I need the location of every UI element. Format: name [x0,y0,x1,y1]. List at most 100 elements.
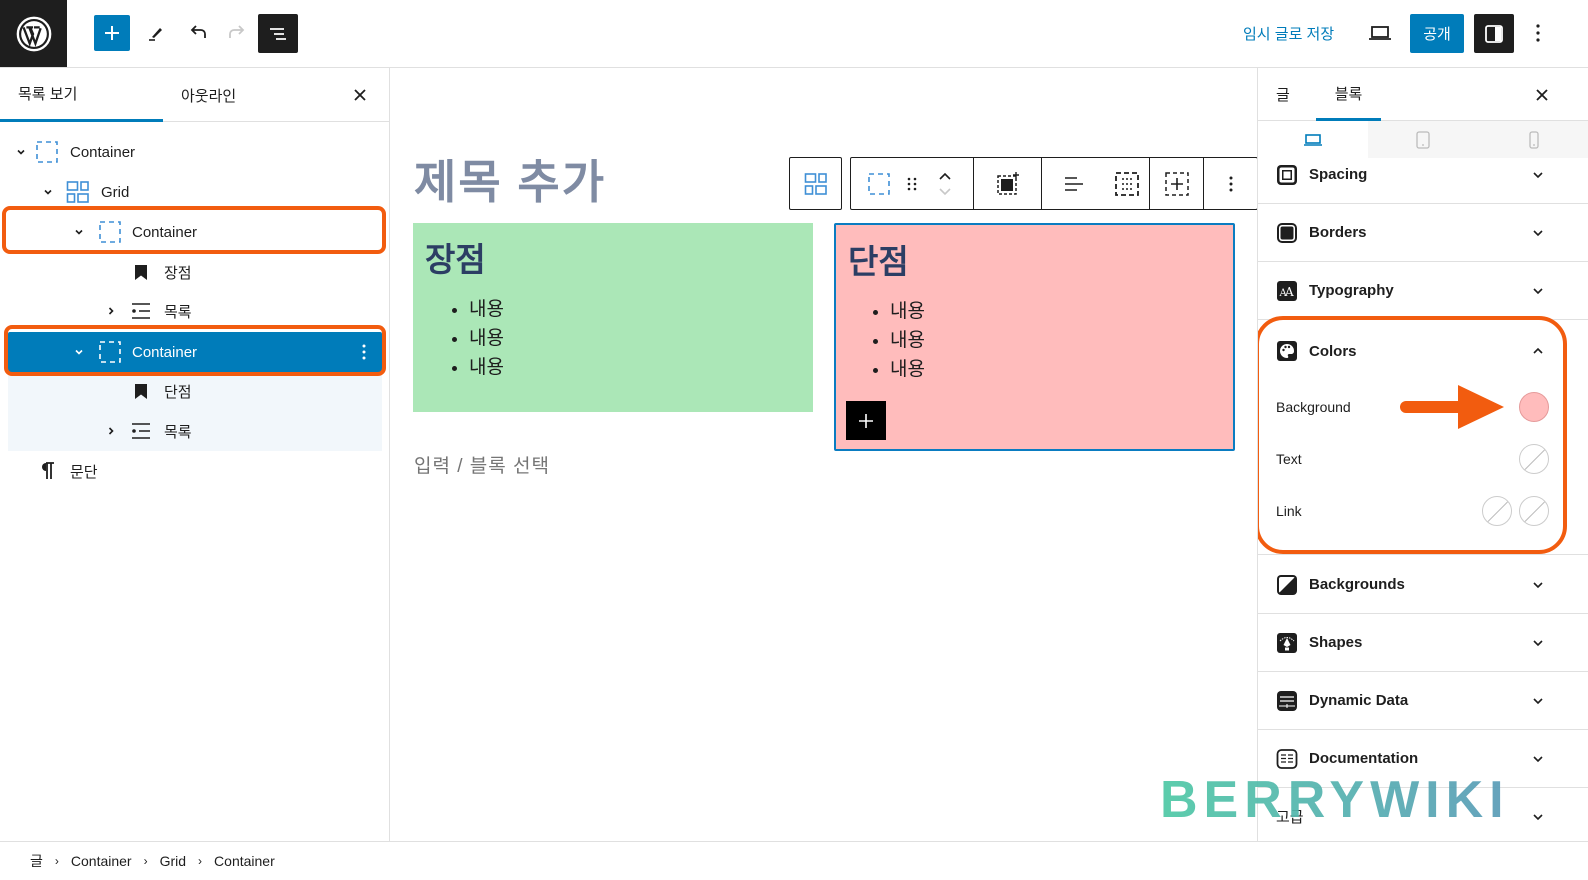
documentation-icon [1276,748,1298,769]
plus-icon [859,413,873,428]
editor-canvas[interactable]: 제목 추가 장점 • 내용 • 내용 • 내용 단점 • 내용 • 내용 • 내… [390,68,1258,841]
post-title-input[interactable]: 제목 추가 [414,146,606,212]
panel-advanced[interactable]: 고급 [1258,788,1588,841]
chevron-right-icon[interactable] [104,304,118,318]
tab-block[interactable]: 블록 [1316,68,1381,121]
settings-toggle-button[interactable] [1474,14,1514,53]
cons-heading[interactable]: 단점 [848,235,909,283]
drag-handle-icon [907,177,917,190]
typography-icon: AA [1277,280,1297,301]
publish-button[interactable]: 공개 [1410,14,1464,53]
drag-handle[interactable] [907,158,917,209]
layout-grid-button[interactable] [1105,158,1149,209]
list-item[interactable]: 내용 [469,295,504,324]
chevron-down-icon[interactable] [72,345,86,359]
borders-icon [1277,222,1297,243]
more-vertical-icon[interactable] [360,342,368,362]
tab-outline[interactable]: 아웃라인 [181,68,236,122]
grid-icon [65,179,91,205]
pencil-icon [149,28,162,41]
paragraph-placeholder[interactable]: 입력 / 블록 선택 [414,451,550,478]
list-item-label: Container [132,343,198,361]
cons-container-block[interactable]: 단점 내용 내용 내용 [834,223,1235,451]
undo-button[interactable] [180,15,216,51]
list-item-list-pros[interactable]: 목록 [8,291,382,331]
chevron-down-icon [1533,287,1543,294]
pros-container-block[interactable]: 장점 내용 내용 내용 [413,223,813,412]
pros-heading[interactable]: 장점 [425,233,486,281]
list-item[interactable]: 내용 [890,326,925,355]
panel-typography[interactable]: AA Typography [1258,262,1588,320]
list-item[interactable]: 내용 [469,353,504,382]
close-icon [1536,88,1548,101]
wordpress-logo-button[interactable] [0,0,67,67]
breadcrumb-item[interactable]: 글 [30,851,43,871]
panel-borders[interactable]: Borders [1258,204,1588,262]
list-item[interactable]: 내용 [469,324,504,353]
list-item-list-cons[interactable]: 목록 [8,411,382,451]
block-type-button[interactable] [851,158,907,209]
list-item-heading-cons[interactable]: 단점 [8,371,382,411]
close-settings-button[interactable] [1530,68,1554,121]
redo-button[interactable] [219,15,255,51]
background-color-swatch[interactable] [1519,392,1549,422]
container-icon [97,219,123,245]
chevron-down-icon[interactable] [41,185,55,199]
list-item-label: 장점 [164,264,192,282]
block-toolbar [789,157,1258,210]
breadcrumb-item[interactable]: Grid [160,853,186,869]
close-list-view-button[interactable] [348,68,372,122]
chevron-right-icon: › [143,854,148,868]
add-block-button[interactable] [94,15,130,51]
panel-backgrounds[interactable]: Backgrounds [1258,556,1588,614]
chevron-down-icon[interactable] [72,225,86,239]
save-draft-button[interactable]: 임시 글로 저장 [1243,23,1334,44]
list-item[interactable]: 내용 [890,297,925,326]
cons-list[interactable]: 내용 내용 내용 [890,297,925,384]
more-vertical-icon [1229,176,1232,191]
chevron-up-icon[interactable] [938,172,952,181]
chevron-down-icon[interactable] [14,145,28,159]
tab-list-view[interactable]: 목록 보기 [0,68,163,122]
list-item-grid[interactable]: Grid [8,172,382,212]
list-item-container-cons[interactable]: Container [8,332,382,372]
block-options-button[interactable] [1203,158,1257,209]
preview-button[interactable] [1362,15,1398,51]
list-item[interactable]: 내용 [890,355,925,384]
chevron-right-icon[interactable] [104,424,118,438]
inner-block-appender-button[interactable] [846,401,886,440]
document-overview-button[interactable] [258,14,298,53]
options-menu-button[interactable] [1520,15,1556,51]
link-hover-color-swatch[interactable] [1519,496,1549,526]
breadcrumb-item[interactable]: Container [71,853,132,869]
list-icon [128,418,154,444]
chevron-down-icon[interactable] [938,187,952,196]
tab-post[interactable]: 글 [1276,68,1290,121]
list-item-container[interactable]: Container [8,132,382,172]
panel-dynamic-data[interactable]: Dynamic Data [1258,672,1588,730]
select-parent-grid-button[interactable] [790,158,841,209]
list-item-heading-pros[interactable]: 장점 [8,252,382,292]
chevron-down-icon [1533,171,1543,178]
insert-inner-block-button[interactable] [1149,158,1203,209]
list-item-paragraph[interactable]: 문단 [8,451,382,491]
panel-colors-header[interactable]: Colors [1258,322,1588,380]
pros-list[interactable]: 내용 내용 내용 [469,295,504,382]
panel-documentation[interactable]: Documentation [1258,730,1588,788]
panel-label: Typography [1309,282,1394,299]
text-color-swatch[interactable] [1519,444,1549,474]
panel-shapes[interactable]: Shapes [1258,614,1588,672]
move-block-buttons [917,158,973,209]
grid-dotted-icon [1115,171,1139,196]
list-item-container-pros[interactable]: Container [8,212,382,252]
tools-button[interactable] [138,15,174,51]
list-item-label: 목록 [164,423,192,441]
panel-spacing[interactable]: Spacing [1258,146,1588,204]
palette-icon [1277,341,1297,361]
bookmark-icon [128,378,154,404]
align-button[interactable] [1041,158,1105,209]
chevron-down-icon [1533,639,1543,646]
select-inner-block-button[interactable] [973,158,1041,209]
chevron-down-icon [1533,581,1543,588]
link-color-swatch[interactable] [1482,496,1512,526]
